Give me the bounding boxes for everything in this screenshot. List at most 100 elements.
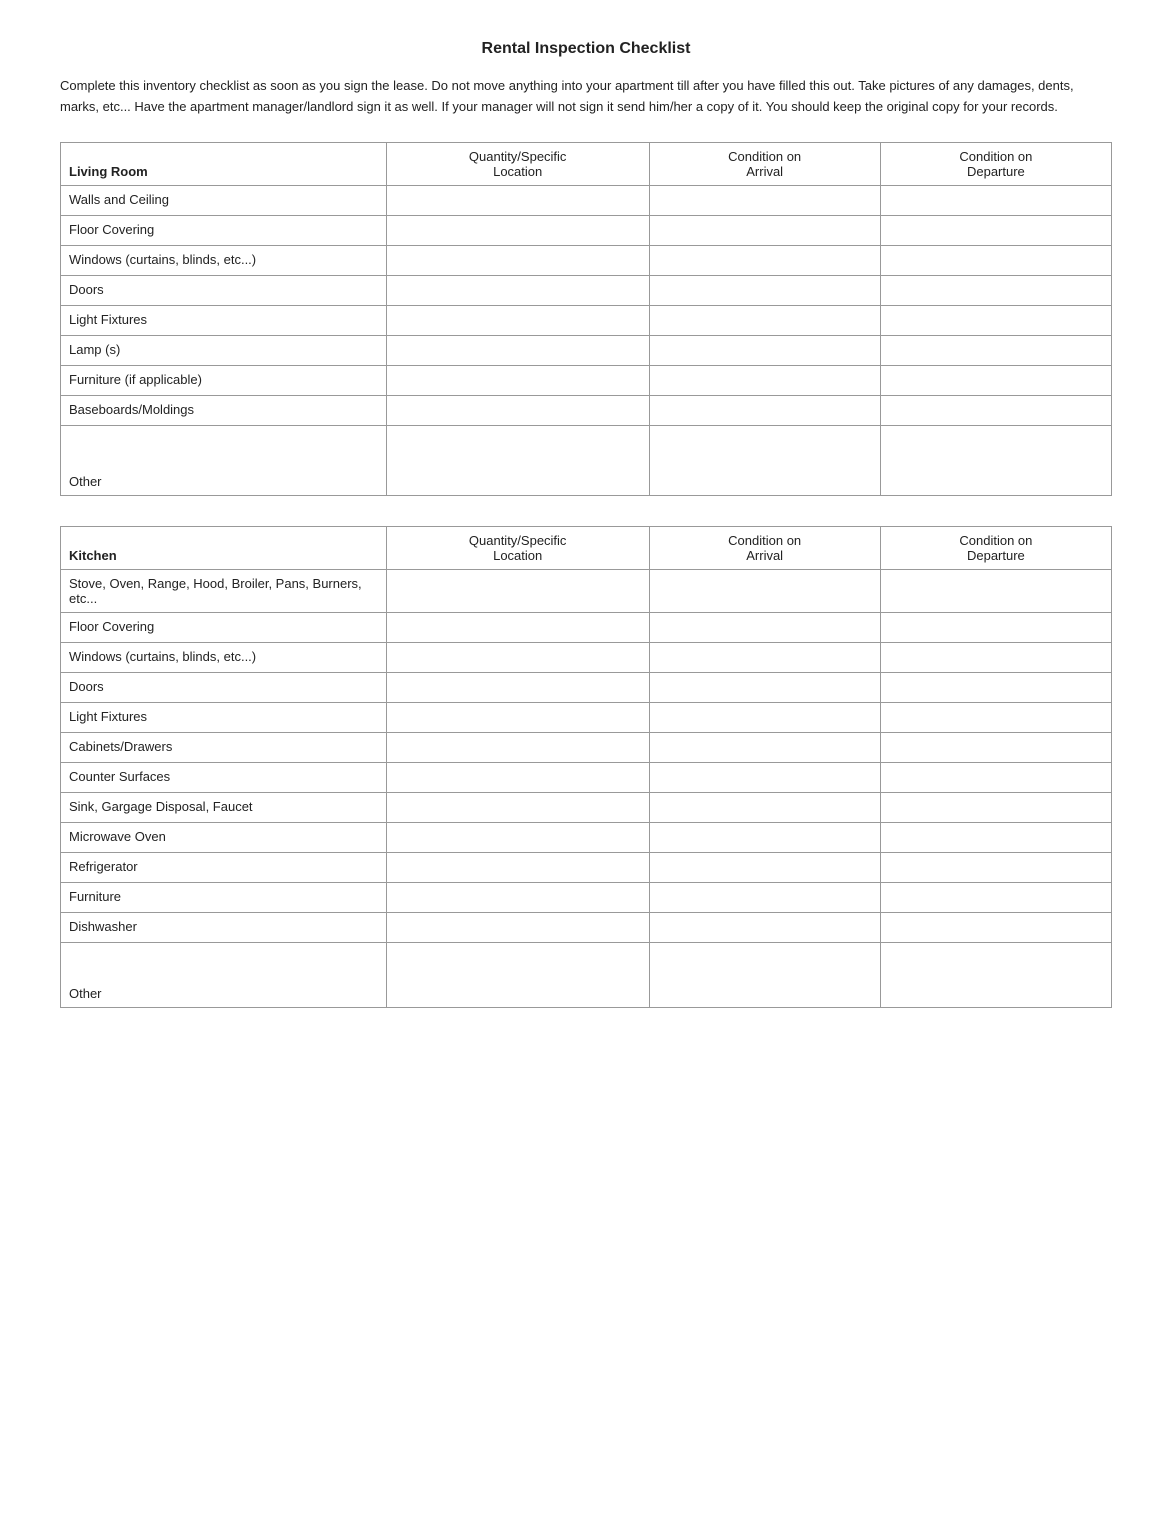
arrival-cell[interactable] [649, 702, 880, 732]
departure-cell[interactable] [880, 672, 1111, 702]
arrival-cell[interactable] [649, 762, 880, 792]
item-cell: Light Fixtures [61, 702, 387, 732]
table-row: Floor Covering [61, 215, 1112, 245]
departure-cell[interactable] [880, 912, 1111, 942]
item-cell: Counter Surfaces [61, 762, 387, 792]
arrival-cell[interactable] [649, 305, 880, 335]
arrival-cell[interactable] [649, 912, 880, 942]
qty-cell[interactable] [386, 185, 649, 215]
item-cell: Windows (curtains, blinds, etc...) [61, 642, 387, 672]
table-row: Cabinets/Drawers [61, 732, 1112, 762]
departure-cell[interactable] [880, 792, 1111, 822]
table-row: Walls and Ceiling [61, 185, 1112, 215]
table-row: Furniture [61, 882, 1112, 912]
qty-cell[interactable] [386, 395, 649, 425]
item-cell: Other [61, 942, 387, 1007]
qty-cell[interactable] [386, 912, 649, 942]
arrival-cell[interactable] [649, 215, 880, 245]
departure-cell[interactable] [880, 732, 1111, 762]
qty-cell[interactable] [386, 365, 649, 395]
table-row: Doors [61, 275, 1112, 305]
qty-cell[interactable] [386, 612, 649, 642]
departure-cell[interactable] [880, 395, 1111, 425]
kitchen-table: Kitchen Quantity/SpecificLocation Condit… [60, 526, 1112, 1008]
qty-cell[interactable] [386, 215, 649, 245]
arrival-cell[interactable] [649, 732, 880, 762]
qty-cell[interactable] [386, 882, 649, 912]
item-cell: Light Fixtures [61, 305, 387, 335]
departure-cell[interactable] [880, 762, 1111, 792]
departure-cell[interactable] [880, 245, 1111, 275]
qty-cell[interactable] [386, 852, 649, 882]
departure-cell[interactable] [880, 305, 1111, 335]
arrival-cell[interactable] [649, 569, 880, 612]
qty-cell[interactable] [386, 732, 649, 762]
qty-cell[interactable] [386, 792, 649, 822]
table-row: Refrigerator [61, 852, 1112, 882]
kitchen-header-arrival: Condition onArrival [649, 526, 880, 569]
departure-cell[interactable] [880, 185, 1111, 215]
departure-cell[interactable] [880, 215, 1111, 245]
qty-cell[interactable] [386, 335, 649, 365]
table-row: Furniture (if applicable) [61, 365, 1112, 395]
arrival-cell[interactable] [649, 275, 880, 305]
qty-cell[interactable] [386, 245, 649, 275]
departure-cell[interactable] [880, 569, 1111, 612]
departure-cell[interactable] [880, 852, 1111, 882]
arrival-cell[interactable] [649, 852, 880, 882]
arrival-cell[interactable] [649, 822, 880, 852]
item-cell: Dishwasher [61, 912, 387, 942]
qty-cell[interactable] [386, 569, 649, 612]
item-cell: Microwave Oven [61, 822, 387, 852]
table-row: Other [61, 942, 1112, 1007]
qty-cell[interactable] [386, 942, 649, 1007]
qty-cell[interactable] [386, 642, 649, 672]
kitchen-header-qty: Quantity/SpecificLocation [386, 526, 649, 569]
arrival-cell[interactable] [649, 882, 880, 912]
qty-cell[interactable] [386, 822, 649, 852]
item-cell: Windows (curtains, blinds, etc...) [61, 245, 387, 275]
departure-cell[interactable] [880, 882, 1111, 912]
qty-cell[interactable] [386, 305, 649, 335]
arrival-cell[interactable] [649, 395, 880, 425]
departure-cell[interactable] [880, 275, 1111, 305]
item-cell: Furniture (if applicable) [61, 365, 387, 395]
departure-cell[interactable] [880, 425, 1111, 495]
departure-cell[interactable] [880, 612, 1111, 642]
table-row: Dishwasher [61, 912, 1112, 942]
table-row: Light Fixtures [61, 305, 1112, 335]
departure-cell[interactable] [880, 365, 1111, 395]
living-room-section: Living Room Quantity/SpecificLocation Co… [60, 142, 1112, 496]
qty-cell[interactable] [386, 425, 649, 495]
departure-cell[interactable] [880, 642, 1111, 672]
arrival-cell[interactable] [649, 942, 880, 1007]
arrival-cell[interactable] [649, 612, 880, 642]
arrival-cell[interactable] [649, 642, 880, 672]
item-cell: Other [61, 425, 387, 495]
departure-cell[interactable] [880, 942, 1111, 1007]
item-cell: Cabinets/Drawers [61, 732, 387, 762]
departure-cell[interactable] [880, 822, 1111, 852]
table-row: Lamp (s) [61, 335, 1112, 365]
qty-cell[interactable] [386, 762, 649, 792]
arrival-cell[interactable] [649, 425, 880, 495]
arrival-cell[interactable] [649, 365, 880, 395]
arrival-cell[interactable] [649, 335, 880, 365]
qty-cell[interactable] [386, 672, 649, 702]
table-row: Windows (curtains, blinds, etc...) [61, 642, 1112, 672]
table-row: Stove, Oven, Range, Hood, Broiler, Pans,… [61, 569, 1112, 612]
arrival-cell[interactable] [649, 792, 880, 822]
arrival-cell[interactable] [649, 672, 880, 702]
item-cell: Refrigerator [61, 852, 387, 882]
arrival-cell[interactable] [649, 185, 880, 215]
arrival-cell[interactable] [649, 245, 880, 275]
departure-cell[interactable] [880, 702, 1111, 732]
item-cell: Floor Covering [61, 215, 387, 245]
kitchen-section: Kitchen Quantity/SpecificLocation Condit… [60, 526, 1112, 1008]
departure-cell[interactable] [880, 335, 1111, 365]
qty-cell[interactable] [386, 702, 649, 732]
item-cell: Doors [61, 275, 387, 305]
qty-cell[interactable] [386, 275, 649, 305]
item-cell: Sink, Gargage Disposal, Faucet [61, 792, 387, 822]
intro-text: Complete this inventory checklist as soo… [60, 76, 1112, 118]
